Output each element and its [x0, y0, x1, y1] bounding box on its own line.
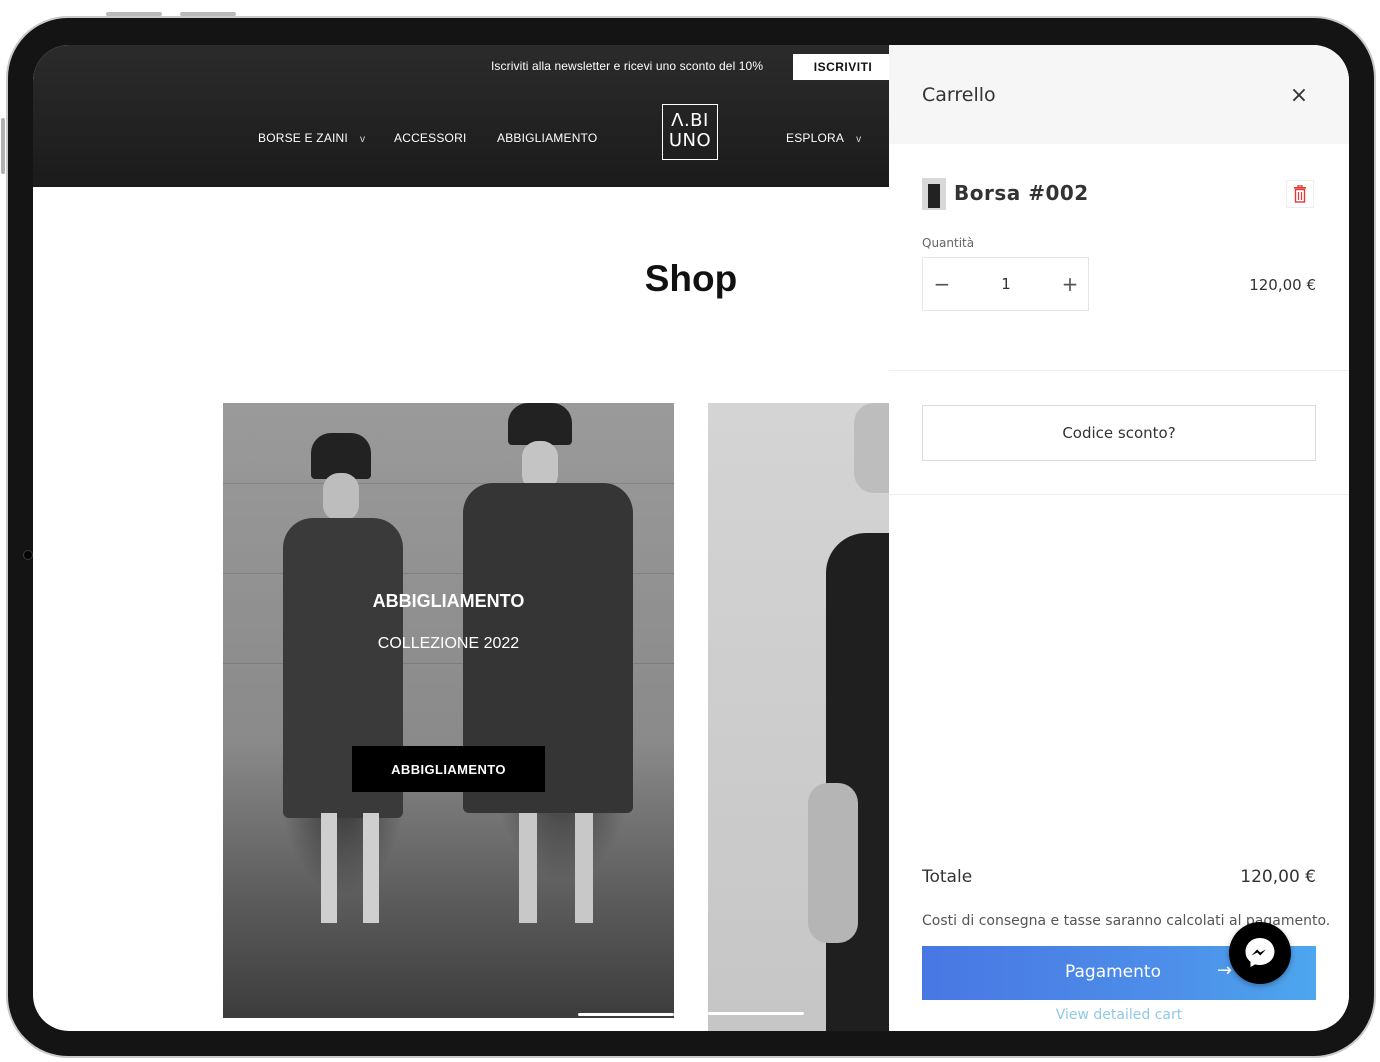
decrease-quantity-button[interactable]: − [927, 271, 957, 297]
chevron-down-icon: v [359, 134, 366, 145]
cart-header: Carrello × [889, 45, 1349, 144]
arm-shape [808, 783, 858, 943]
checkout-label: Pagamento [1065, 962, 1161, 982]
face-shape [323, 473, 359, 521]
cart-drawer: Carrello × Borsa #002 Quantità − 1 + 120… [889, 45, 1349, 1031]
logo-line-1: Λ.BI [671, 110, 709, 131]
increase-quantity-button[interactable]: + [1055, 271, 1085, 297]
device-side-button [1, 118, 5, 174]
newsletter-promo-text: Iscriviti alla newsletter e ricevi uno s… [491, 59, 764, 73]
chevron-down-icon: v [856, 134, 862, 145]
nav-item-abbigliamento[interactable]: ABBIGLIAMENTO [497, 131, 597, 145]
card-title: ABBIGLIAMENTO [372, 591, 525, 611]
card-cta-button[interactable]: ABBIGLIAMENTO [352, 746, 545, 792]
product-thumbnail[interactable] [922, 178, 946, 210]
logo-line-2: UNO [668, 130, 712, 151]
cart-item-name[interactable]: Borsa #002 [954, 181, 1089, 205]
nav-item-borse-e-zaini[interactable]: BORSE E ZAINI v [258, 131, 365, 145]
trash-icon[interactable] [1286, 180, 1314, 208]
cart-item-price: 120,00 € [1249, 276, 1316, 294]
subscribe-button[interactable]: ISCRIVITI [793, 54, 893, 80]
nav-label-esplora: ESPLORA [786, 131, 845, 145]
category-card-second[interactable] [708, 403, 889, 1031]
leg-shape [363, 813, 379, 923]
nav-item-esplora[interactable]: ESPLORA v [786, 131, 861, 145]
profile-face-shape [854, 403, 889, 493]
messenger-icon-glyph [1245, 938, 1275, 967]
leg-shape [575, 813, 593, 923]
product-thumbnail-image [928, 184, 940, 208]
leg-shape [519, 813, 537, 923]
trash-icon-glyph [1294, 185, 1306, 203]
close-icon[interactable]: × [1287, 85, 1311, 109]
camera-dot [23, 550, 33, 560]
carousel-progress-bar [708, 1012, 804, 1015]
category-card-abbigliamento[interactable]: ABBIGLIAMENTO COLLEZIONE 2022 ABBIGLIAME… [223, 403, 674, 1018]
nav-label-borse: BORSE E ZAINI [258, 131, 348, 145]
divider [889, 370, 1349, 371]
quantity-label: Quantità [922, 236, 975, 250]
hat-shape [508, 403, 572, 445]
view-detailed-cart-link[interactable]: View detailed cart [889, 1007, 1349, 1023]
quantity-input[interactable]: 1 [983, 271, 1029, 297]
tablet-screen: Iscriviti alla newsletter e ricevi uno s… [33, 45, 1349, 1031]
discount-code-button[interactable]: Codice sconto? [922, 405, 1316, 461]
cart-title: Carrello [922, 84, 996, 106]
card-subtitle: COLLEZIONE 2022 [377, 635, 520, 652]
leg-shape [321, 813, 337, 923]
quantity-stepper: − 1 + [922, 257, 1089, 311]
nav-item-accessori[interactable]: ACCESSORI [394, 131, 466, 145]
dress-shape [826, 533, 889, 1031]
total-label: Totale [922, 867, 973, 887]
divider [889, 494, 1349, 495]
brand-logo[interactable]: Λ.BI UNO [662, 104, 718, 160]
carousel-progress-bar [578, 1013, 674, 1016]
messenger-icon[interactable] [1229, 922, 1291, 984]
total-value: 120,00 € [1240, 867, 1316, 887]
